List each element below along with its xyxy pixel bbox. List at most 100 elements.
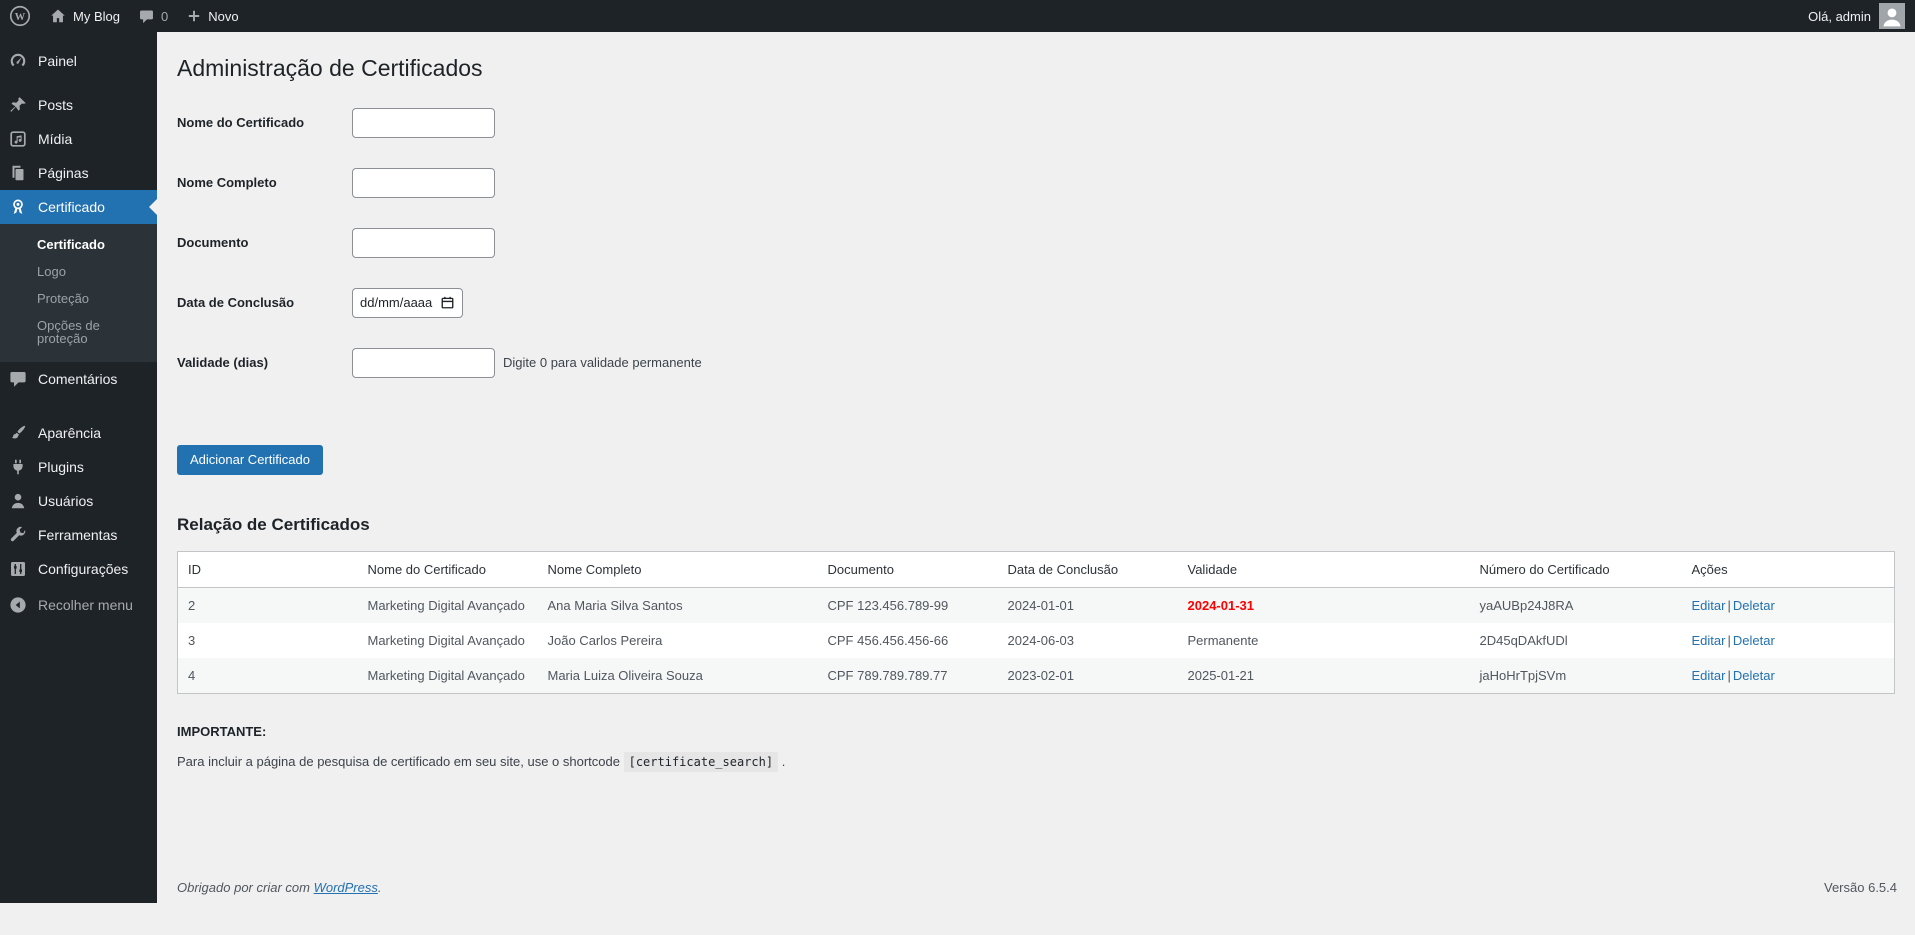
cell-validity: Permanente (1178, 623, 1470, 658)
comments-count: 0 (161, 9, 168, 24)
document-label: Documento (177, 235, 352, 250)
user-icon (8, 491, 28, 511)
sidebar-item-plugins[interactable]: Plugins (0, 450, 157, 484)
page-title: Administração de Certificados (177, 54, 1895, 84)
edit-link[interactable]: Editar (1692, 598, 1726, 613)
sidebar-item-posts[interactable]: Posts (0, 88, 157, 122)
wordpress-link[interactable]: WordPress (314, 880, 378, 895)
important-note: IMPORTANTE: Para incluir a página de pes… (177, 724, 1895, 769)
delete-link[interactable]: Deletar (1733, 633, 1775, 648)
home-icon (49, 7, 67, 25)
validity-value: 2024-01-31 (1188, 598, 1255, 613)
new-label: Novo (208, 9, 238, 24)
menu-separator (0, 396, 157, 416)
cell-certificate-name: Marketing Digital Avançado (358, 623, 538, 658)
cell-document: CPF 789.789.789.77 (818, 658, 998, 694)
validity-days-input[interactable] (352, 348, 495, 378)
cell-certificate-number: yaAUBp24J8RA (1470, 587, 1682, 623)
delete-link[interactable]: Deletar (1733, 668, 1775, 683)
form-row: Validade (dias) Digite 0 para validade p… (177, 348, 1895, 378)
sidebar-item-label: Páginas (38, 165, 89, 181)
comments-icon (8, 369, 28, 389)
completion-date-input[interactable]: dd/mm/aaaa (352, 288, 463, 318)
sidebar-item-configuracoes[interactable]: Configurações (0, 552, 157, 586)
wrench-icon (8, 525, 28, 545)
cell-actions: Editar|Deletar (1682, 623, 1895, 658)
cell-id: 2 (178, 587, 358, 623)
column-header-full-name: Nome Completo (538, 551, 818, 587)
footer-version: Versão 6.5.4 (1824, 880, 1897, 895)
admin-bar-left: W My Blog 0 (0, 0, 248, 32)
sidebar-item-paginas[interactable]: Páginas (0, 156, 157, 190)
submenu-item-protecao[interactable]: Proteção (0, 285, 157, 312)
greeting-label: Olá, admin (1808, 9, 1871, 24)
completion-date-label: Data de Conclusão (177, 295, 352, 310)
cell-certificate-number: 2D45qDAkfUDl (1470, 623, 1682, 658)
edit-link[interactable]: Editar (1692, 668, 1726, 683)
sidebar: Painel Posts Mídia Páginas (0, 32, 157, 903)
sidebar-item-label: Posts (38, 97, 73, 113)
collapse-arrow-icon (8, 595, 28, 615)
sidebar-item-comentarios[interactable]: Comentários (0, 362, 157, 396)
cell-certificate-number: jaHoHrTpjSVm (1470, 658, 1682, 694)
cell-id: 4 (178, 658, 358, 694)
certificado-submenu: Certificado Logo Proteção Opções de prot… (0, 224, 157, 362)
certificate-name-label: Nome do Certificado (177, 115, 352, 130)
sidebar-item-aparencia[interactable]: Aparência (0, 416, 157, 450)
sidebar-item-label: Certificado (38, 199, 105, 215)
cell-validity: 2024-01-31 (1178, 587, 1470, 623)
column-header-validity: Validade (1178, 551, 1470, 587)
collapse-menu-button[interactable]: Recolher menu (0, 588, 157, 622)
sidebar-item-certificado[interactable]: Certificado (0, 190, 157, 224)
cell-certificate-name: Marketing Digital Avançado (358, 658, 538, 694)
shortcode-snippet: [certificate_search] (624, 752, 779, 772)
cell-full-name: Ana Maria Silva Santos (538, 587, 818, 623)
submenu-item-opcoes-de-protecao[interactable]: Opções de proteção (0, 312, 157, 352)
comments-bubble-item[interactable]: 0 (129, 0, 177, 32)
sidebar-item-usuarios[interactable]: Usuários (0, 484, 157, 518)
wordpress-logo-icon: W (9, 5, 31, 27)
submenu-item-certificado[interactable]: Certificado (0, 231, 157, 258)
cell-id: 3 (178, 623, 358, 658)
wordpress-menu-item[interactable]: W (0, 0, 40, 32)
admin-bar: W My Blog 0 (0, 0, 1915, 32)
cell-actions: Editar|Deletar (1682, 658, 1895, 694)
avatar (1879, 3, 1905, 29)
column-header-id: ID (178, 551, 358, 587)
column-header-document: Documento (818, 551, 998, 587)
sidebar-item-midia[interactable]: Mídia (0, 122, 157, 156)
settings-sliders-icon (8, 559, 28, 579)
validity-hint: Digite 0 para validade permanente (503, 355, 702, 370)
table-row: 3 Marketing Digital Avançado João Carlos… (178, 623, 1895, 658)
cell-document: CPF 456.456.456-66 (818, 623, 998, 658)
submenu-item-logo[interactable]: Logo (0, 258, 157, 285)
edit-link[interactable]: Editar (1692, 633, 1726, 648)
add-certificate-form: Nome do Certificado Nome Completo Docume… (177, 108, 1895, 475)
collapse-menu-label: Recolher menu (38, 597, 133, 613)
cell-completion-date: 2024-01-01 (998, 587, 1178, 623)
site-name-item[interactable]: My Blog (40, 0, 129, 32)
column-header-completion-date: Data de Conclusão (998, 551, 1178, 587)
sidebar-item-painel[interactable]: Painel (0, 44, 157, 78)
pages-icon (8, 163, 28, 183)
important-heading: IMPORTANTE: (177, 724, 1895, 739)
add-certificate-button[interactable]: Adicionar Certificado (177, 445, 323, 475)
full-name-input[interactable] (352, 168, 495, 198)
certificate-name-input[interactable] (352, 108, 495, 138)
plus-icon (186, 8, 202, 24)
calendar-icon (440, 295, 455, 310)
pushpin-icon (8, 95, 28, 115)
sidebar-item-ferramentas[interactable]: Ferramentas (0, 518, 157, 552)
sidebar-item-label: Plugins (38, 459, 84, 475)
table-row: 2 Marketing Digital Avançado Ana Maria S… (178, 587, 1895, 623)
dashboard-icon (8, 51, 28, 71)
footer-thanks: Obrigado por criar com WordPress. (177, 880, 382, 895)
delete-link[interactable]: Deletar (1733, 598, 1775, 613)
document-input[interactable] (352, 228, 495, 258)
cell-full-name: João Carlos Pereira (538, 623, 818, 658)
date-format-placeholder: dd/mm/aaaa (360, 295, 432, 310)
award-ribbon-icon (8, 197, 28, 217)
new-content-item[interactable]: Novo (177, 0, 247, 32)
account-menu-item[interactable]: Olá, admin (1798, 3, 1915, 29)
sidebar-item-label: Ferramentas (38, 527, 117, 543)
